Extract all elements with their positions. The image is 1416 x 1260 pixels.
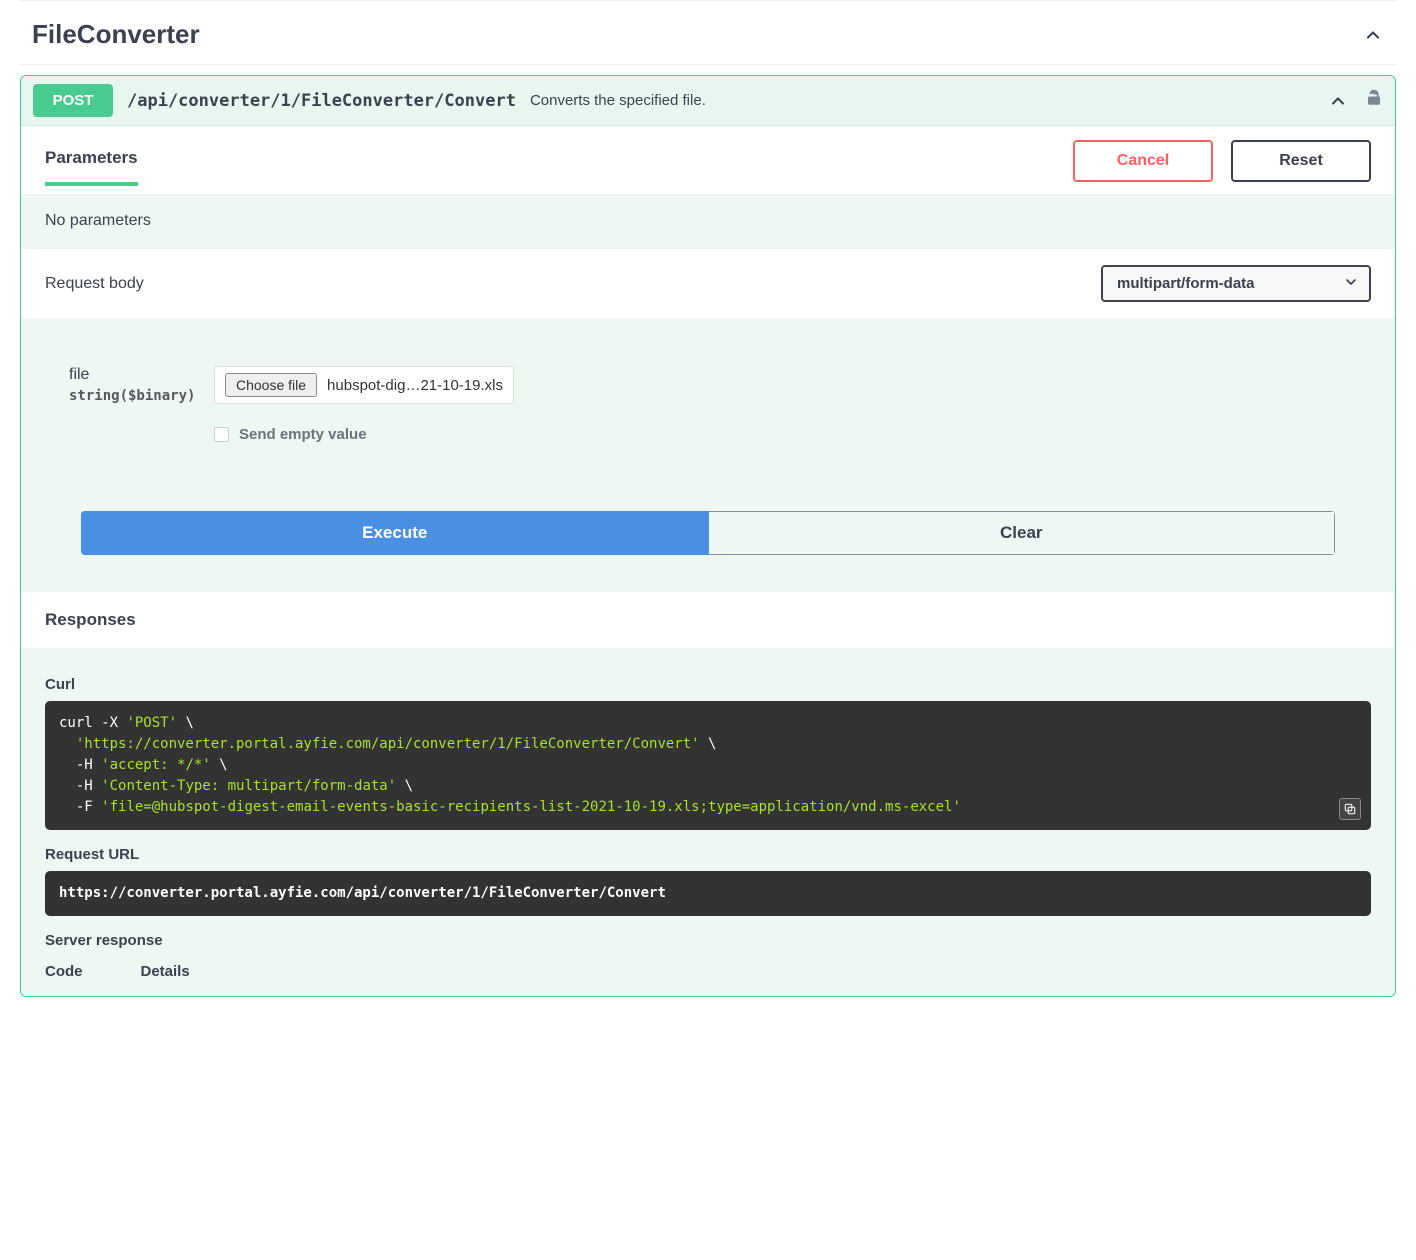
request-url-label: Request URL [45,846,1371,863]
chevron-up-icon[interactable] [1327,90,1349,112]
responses-area: Curl curl -X 'POST' \ 'https://converter… [21,648,1395,996]
server-response-label: Server response [45,932,1371,949]
selected-file-name: hubspot-dig…21-10-19.xls [327,377,503,394]
param-name: file [69,366,204,384]
operation-description: Converts the specified file. [530,92,706,109]
operation-block: POST /api/converter/1/FileConverter/Conv… [20,75,1396,997]
request-url-value: https://converter.portal.ayfie.com/api/c… [59,885,666,901]
details-column-header: Details [141,963,190,980]
tab-parameters[interactable]: Parameters [45,148,138,186]
operation-summary[interactable]: POST /api/converter/1/FileConverter/Conv… [21,76,1395,125]
clear-button[interactable]: Clear [709,511,1336,555]
section-title: FileConverter [32,19,200,50]
chevron-up-icon[interactable] [1362,24,1384,46]
file-input[interactable]: Choose file hubspot-dig…21-10-19.xls [214,366,514,404]
curl-label: Curl [45,676,1371,693]
send-empty-checkbox[interactable]: Send empty value [214,426,514,443]
unlock-icon[interactable] [1365,89,1383,112]
copy-icon[interactable] [1339,798,1361,820]
method-badge: POST [33,84,113,117]
choose-file-button[interactable]: Choose file [225,373,317,397]
reset-button[interactable]: Reset [1231,140,1371,182]
curl-method: 'POST' [126,715,177,731]
request-body-label: Request body [45,275,144,293]
code-column-header: Code [45,963,83,980]
operation-path: /api/converter/1/FileConverter/Convert [127,91,516,111]
responses-header: Responses [21,591,1395,648]
param-type: string($binary) [69,388,204,404]
parameters-tabbar: Parameters Cancel Reset [21,125,1395,194]
content-type-select[interactable]: multipart/form-data [1101,265,1371,302]
send-empty-label: Send empty value [239,426,367,443]
request-body-form: file string($binary) Choose file hubspot… [21,318,1395,591]
request-body-header: Request body multipart/form-data [21,248,1395,318]
request-url-block[interactable]: https://converter.portal.ayfie.com/api/c… [45,871,1371,916]
checkbox-icon[interactable] [214,427,229,442]
response-table-header: Code Details [45,963,1371,986]
no-parameters-text: No parameters [21,194,1395,248]
chevron-down-icon [1343,274,1359,294]
execute-button[interactable]: Execute [81,511,709,555]
section-header[interactable]: FileConverter [20,0,1396,65]
curl-cmd-prefix: curl -X [59,715,126,731]
content-type-value: multipart/form-data [1117,275,1255,292]
curl-line-0: 'https://converter.portal.ayfie.com/api/… [59,736,700,752]
cancel-button[interactable]: Cancel [1073,140,1213,182]
curl-code-block[interactable]: curl -X 'POST' \ 'https://converter.port… [45,701,1371,830]
